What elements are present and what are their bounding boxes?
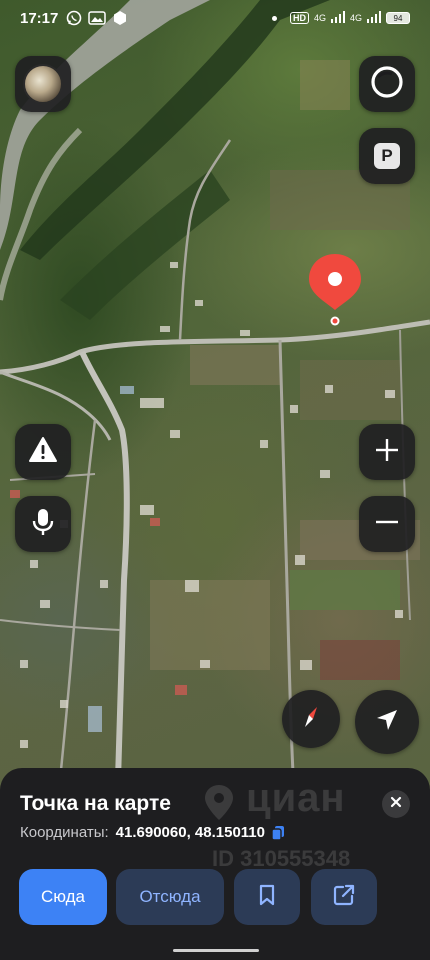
parking-icon: P: [374, 143, 400, 169]
place-card-sheet: циан ID 310555348 Точка на карте Координ…: [0, 768, 430, 960]
alice-icon: [370, 65, 404, 104]
signal-icon-2: [367, 11, 381, 25]
route-to-here-button[interactable]: Сюда: [19, 869, 107, 925]
watermark-brand: циан: [246, 776, 346, 820]
watermark-pin-icon: [204, 784, 234, 827]
whatsapp-icon: [66, 10, 82, 26]
coordinates-row: Координаты: 41.690060, 48.150110: [20, 824, 285, 841]
microphone-icon: [31, 507, 55, 542]
hd-badge: HD: [289, 12, 309, 24]
alice-assistant-button[interactable]: [359, 56, 415, 112]
close-button[interactable]: [382, 790, 410, 818]
avatar: [23, 64, 63, 104]
minus-icon: [375, 510, 399, 539]
bookmark-button[interactable]: [234, 869, 300, 925]
share-external-icon: [333, 884, 355, 911]
watermark: циан ID 310555348: [196, 776, 350, 871]
status-indicators: HD 4G 4G 94: [271, 11, 410, 25]
coordinates-label: Координаты:: [20, 824, 109, 841]
warning-icon: [28, 436, 58, 469]
signal-icon-1: [330, 11, 345, 25]
road-events-button[interactable]: [15, 424, 71, 480]
zoom-in-button[interactable]: [359, 424, 415, 480]
navigation-arrow-icon: [374, 707, 400, 738]
battery-icon: 94: [386, 12, 410, 24]
location-pin[interactable]: [306, 252, 364, 333]
plus-icon: [375, 438, 399, 467]
route-from-here-button[interactable]: Отсюда: [116, 869, 224, 925]
status-time: 17:17: [20, 9, 59, 27]
status-bar: 17:17 HD 4G 4G 94: [0, 0, 430, 36]
network-label-2: 4G: [349, 13, 362, 23]
close-icon: [390, 795, 402, 813]
compass-icon: [297, 703, 325, 736]
compass-button[interactable]: [282, 690, 340, 748]
share-button[interactable]: [311, 869, 377, 925]
profile-button[interactable]: [15, 56, 71, 112]
dot-icon: [271, 15, 277, 21]
place-title: Точка на карте: [20, 792, 171, 815]
parking-button[interactable]: P: [359, 128, 415, 184]
gallery-icon: [88, 10, 107, 26]
hexagon-app-icon: [112, 10, 128, 26]
coordinates-value[interactable]: 41.690060, 48.150110: [116, 824, 265, 841]
voice-search-button[interactable]: [15, 496, 71, 552]
home-indicator[interactable]: [173, 949, 259, 952]
bookmark-icon: [258, 884, 276, 911]
my-location-button[interactable]: [355, 690, 419, 754]
network-label-1: 4G: [313, 13, 326, 23]
copy-icon[interactable]: [271, 825, 285, 841]
zoom-out-button[interactable]: [359, 496, 415, 552]
